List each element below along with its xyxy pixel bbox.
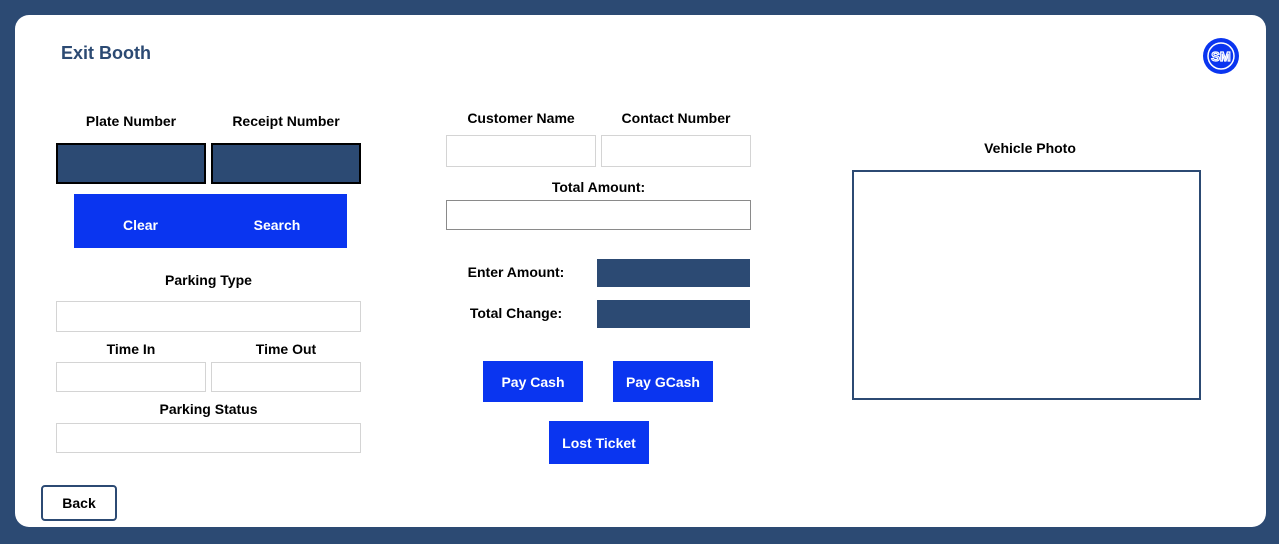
- customer-name-field[interactable]: [446, 135, 596, 167]
- total-amount-label: Total Amount:: [551, 179, 646, 195]
- exit-booth-panel: Exit Booth SM Plate Number Receipt Numbe…: [15, 15, 1266, 527]
- plate-number-input[interactable]: [56, 143, 206, 184]
- sm-logo-icon: SM: [1203, 38, 1239, 74]
- pay-gcash-button[interactable]: Pay GCash: [613, 361, 713, 402]
- customer-name-label: Customer Name: [467, 110, 575, 126]
- vehicle-photo-box: [852, 170, 1201, 400]
- plate-number-label: Plate Number: [85, 113, 177, 129]
- time-in-field[interactable]: [56, 362, 206, 392]
- enter-amount-input[interactable]: [597, 259, 750, 287]
- receipt-number-input[interactable]: [211, 143, 361, 184]
- time-in-label: Time In: [106, 341, 156, 357]
- receipt-number-label: Receipt Number: [232, 113, 340, 129]
- search-button-group: Clear Search: [74, 194, 347, 248]
- time-out-label: Time Out: [255, 341, 317, 357]
- enter-amount-label: Enter Amount:: [467, 264, 565, 280]
- time-out-field[interactable]: [211, 362, 361, 392]
- sm-logo-text: SM: [1211, 49, 1231, 64]
- pay-cash-button[interactable]: Pay Cash: [483, 361, 583, 402]
- lost-ticket-button[interactable]: Lost Ticket: [549, 421, 649, 464]
- parking-type-label: Parking Type: [165, 272, 252, 288]
- parking-status-label: Parking Status: [159, 401, 258, 417]
- back-button[interactable]: Back: [41, 485, 117, 521]
- contact-number-field[interactable]: [601, 135, 751, 167]
- page-title: Exit Booth: [61, 43, 151, 63]
- clear-button[interactable]: Clear: [74, 194, 207, 248]
- vehicle-photo-label: Vehicle Photo: [984, 140, 1076, 156]
- total-amount-field[interactable]: [446, 200, 751, 230]
- sm-logo-mark: SM: [1207, 42, 1235, 70]
- total-change-field: [597, 300, 750, 328]
- parking-type-field[interactable]: [56, 301, 361, 332]
- search-button[interactable]: Search: [207, 194, 347, 248]
- contact-number-label: Contact Number: [621, 110, 731, 126]
- total-change-label: Total Change:: [469, 305, 563, 321]
- parking-status-field[interactable]: [56, 423, 361, 453]
